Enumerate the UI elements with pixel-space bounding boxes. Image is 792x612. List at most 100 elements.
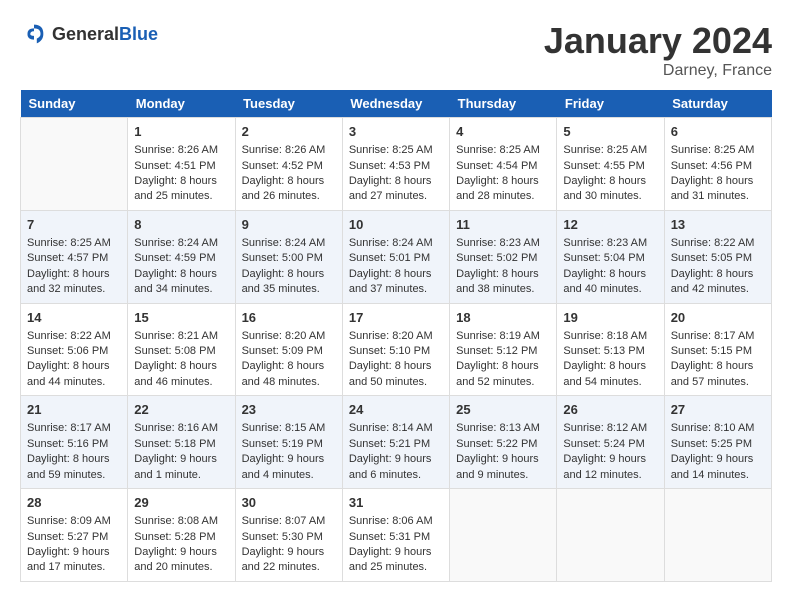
day-number: 28	[27, 494, 121, 512]
day-number: 11	[456, 216, 550, 234]
day-details: Sunrise: 8:22 AMSunset: 5:06 PMDaylight:…	[27, 329, 121, 391]
day-details: Sunrise: 8:07 AMSunset: 5:30 PMDaylight:…	[242, 514, 336, 576]
day-details: Sunrise: 8:17 AMSunset: 5:15 PMDaylight:…	[671, 329, 765, 391]
day-details: Sunrise: 8:25 AMSunset: 4:56 PMDaylight:…	[671, 143, 765, 205]
calendar-day-cell	[21, 118, 128, 211]
day-number: 7	[27, 216, 121, 234]
calendar-day-cell: 18 Sunrise: 8:19 AMSunset: 5:12 PMDayligh…	[450, 303, 557, 396]
calendar-day-cell: 10 Sunrise: 8:24 AMSunset: 5:01 PMDayligh…	[342, 210, 449, 303]
calendar-day-cell: 4 Sunrise: 8:25 AMSunset: 4:54 PMDaylight…	[450, 118, 557, 211]
day-of-week-header: Saturday	[664, 90, 771, 118]
day-number: 17	[349, 309, 443, 327]
day-of-week-header: Monday	[128, 90, 235, 118]
day-number: 25	[456, 401, 550, 419]
calendar-day-cell: 7 Sunrise: 8:25 AMSunset: 4:57 PMDaylight…	[21, 210, 128, 303]
day-details: Sunrise: 8:10 AMSunset: 5:25 PMDaylight:…	[671, 421, 765, 483]
day-of-week-header: Tuesday	[235, 90, 342, 118]
calendar-day-cell: 22Sunrise: 8:16 AMSunset: 5:18 PMDayligh…	[128, 396, 235, 489]
day-details: Sunrise: 8:26 AMSunset: 4:51 PMDaylight:…	[134, 143, 228, 205]
day-details: Sunrise: 8:25 AMSunset: 4:55 PMDaylight:…	[563, 143, 657, 205]
calendar-day-cell: 3Sunrise: 8:25 AMSunset: 4:53 PMDaylight…	[342, 118, 449, 211]
calendar-day-cell: 28 Sunrise: 8:09 AMSunset: 5:27 PMDayligh…	[21, 489, 128, 582]
day-details: Sunrise: 8:18 AMSunset: 5:13 PMDaylight:…	[563, 329, 657, 391]
day-number: 20	[671, 309, 765, 327]
day-number: 1	[134, 123, 228, 141]
day-details: Sunrise: 8:24 AMSunset: 4:59 PMDaylight:…	[134, 236, 228, 298]
calendar-day-cell	[664, 489, 771, 582]
day-details: Sunrise: 8:19 AMSunset: 5:12 PMDaylight:…	[456, 329, 550, 391]
calendar-day-cell: 1 Sunrise: 8:26 AMSunset: 4:51 PMDaylight…	[128, 118, 235, 211]
day-details: Sunrise: 8:17 AMSunset: 5:16 PMDaylight:…	[27, 421, 121, 483]
day-details: Sunrise: 8:06 AMSunset: 5:31 PMDaylight:…	[349, 514, 443, 576]
logo: General Blue	[20, 20, 158, 48]
day-of-week-header: Sunday	[21, 90, 128, 118]
day-details: Sunrise: 8:26 AMSunset: 4:52 PMDaylight:…	[242, 143, 336, 205]
day-number: 22	[134, 401, 228, 419]
calendar-day-cell: 21 Sunrise: 8:17 AMSunset: 5:16 PMDayligh…	[21, 396, 128, 489]
day-number: 24	[349, 401, 443, 419]
calendar-header-row: SundayMondayTuesdayWednesdayThursdayFrid…	[21, 90, 772, 118]
calendar-day-cell: 8 Sunrise: 8:24 AMSunset: 4:59 PMDaylight…	[128, 210, 235, 303]
calendar-day-cell: 5 Sunrise: 8:25 AMSunset: 4:55 PMDaylight…	[557, 118, 664, 211]
day-number: 2	[242, 123, 336, 141]
day-number: 30	[242, 494, 336, 512]
day-details: Sunrise: 8:20 AMSunset: 5:10 PMDaylight:…	[349, 329, 443, 391]
calendar-day-cell	[450, 489, 557, 582]
day-details: Sunrise: 8:25 AMSunset: 4:57 PMDaylight:…	[27, 236, 121, 298]
day-number: 23	[242, 401, 336, 419]
calendar-day-cell: 16Sunrise: 8:20 AMSunset: 5:09 PMDayligh…	[235, 303, 342, 396]
day-details: Sunrise: 8:23 AMSunset: 5:04 PMDaylight:…	[563, 236, 657, 298]
day-number: 27	[671, 401, 765, 419]
day-number: 5	[563, 123, 657, 141]
logo-text: General Blue	[52, 24, 158, 45]
logo-icon	[20, 20, 48, 48]
logo-general: General	[52, 24, 119, 45]
calendar-day-cell: 26 Sunrise: 8:12 AMSunset: 5:24 PMDayligh…	[557, 396, 664, 489]
calendar-day-cell: 25 Sunrise: 8:13 AMSunset: 5:22 PMDayligh…	[450, 396, 557, 489]
day-number: 18	[456, 309, 550, 327]
page-header: General Blue January 2024 Darney, France	[20, 20, 772, 80]
day-of-week-header: Friday	[557, 90, 664, 118]
day-details: Sunrise: 8:25 AMSunset: 4:53 PMDaylight:…	[349, 143, 443, 205]
day-details: Sunrise: 8:15 AMSunset: 5:19 PMDaylight:…	[242, 421, 336, 483]
title-block: January 2024 Darney, France	[544, 20, 772, 80]
day-number: 14	[27, 309, 121, 327]
day-number: 26	[563, 401, 657, 419]
calendar-day-cell: 9Sunrise: 8:24 AMSunset: 5:00 PMDaylight…	[235, 210, 342, 303]
day-details: Sunrise: 8:14 AMSunset: 5:21 PMDaylight:…	[349, 421, 443, 483]
calendar-day-cell: 23 Sunrise: 8:15 AMSunset: 5:19 PMDayligh…	[235, 396, 342, 489]
calendar-week-row: 28 Sunrise: 8:09 AMSunset: 5:27 PMDayligh…	[21, 489, 772, 582]
calendar-day-cell: 13Sunrise: 8:22 AMSunset: 5:05 PMDayligh…	[664, 210, 771, 303]
calendar-day-cell: 11Sunrise: 8:23 AMSunset: 5:02 PMDayligh…	[450, 210, 557, 303]
calendar-day-cell: 31Sunrise: 8:06 AMSunset: 5:31 PMDayligh…	[342, 489, 449, 582]
calendar-day-cell: 27 Sunrise: 8:10 AMSunset: 5:25 PMDayligh…	[664, 396, 771, 489]
calendar-week-row: 1 Sunrise: 8:26 AMSunset: 4:51 PMDaylight…	[21, 118, 772, 211]
day-details: Sunrise: 8:22 AMSunset: 5:05 PMDaylight:…	[671, 236, 765, 298]
calendar-week-row: 7 Sunrise: 8:25 AMSunset: 4:57 PMDaylight…	[21, 210, 772, 303]
day-details: Sunrise: 8:25 AMSunset: 4:54 PMDaylight:…	[456, 143, 550, 205]
day-details: Sunrise: 8:09 AMSunset: 5:27 PMDaylight:…	[27, 514, 121, 576]
day-of-week-header: Thursday	[450, 90, 557, 118]
day-number: 6	[671, 123, 765, 141]
day-number: 16	[242, 309, 336, 327]
calendar-day-cell: 15Sunrise: 8:21 AMSunset: 5:08 PMDayligh…	[128, 303, 235, 396]
day-number: 10	[349, 216, 443, 234]
calendar-day-cell: 6 Sunrise: 8:25 AMSunset: 4:56 PMDaylight…	[664, 118, 771, 211]
day-details: Sunrise: 8:24 AMSunset: 5:00 PMDaylight:…	[242, 236, 336, 298]
calendar-day-cell: 2 Sunrise: 8:26 AMSunset: 4:52 PMDaylight…	[235, 118, 342, 211]
day-number: 8	[134, 216, 228, 234]
calendar-week-row: 21 Sunrise: 8:17 AMSunset: 5:16 PMDayligh…	[21, 396, 772, 489]
day-number: 15	[134, 309, 228, 327]
calendar-week-row: 14 Sunrise: 8:22 AMSunset: 5:06 PMDayligh…	[21, 303, 772, 396]
location: Darney, France	[544, 62, 772, 80]
day-number: 4	[456, 123, 550, 141]
day-number: 29	[134, 494, 228, 512]
day-details: Sunrise: 8:13 AMSunset: 5:22 PMDaylight:…	[456, 421, 550, 483]
day-number: 21	[27, 401, 121, 419]
calendar-day-cell: 12Sunrise: 8:23 AMSunset: 5:04 PMDayligh…	[557, 210, 664, 303]
calendar-day-cell: 24 Sunrise: 8:14 AMSunset: 5:21 PMDayligh…	[342, 396, 449, 489]
calendar-day-cell: 20 Sunrise: 8:17 AMSunset: 5:15 PMDayligh…	[664, 303, 771, 396]
day-of-week-header: Wednesday	[342, 90, 449, 118]
day-details: Sunrise: 8:24 AMSunset: 5:01 PMDaylight:…	[349, 236, 443, 298]
day-details: Sunrise: 8:12 AMSunset: 5:24 PMDaylight:…	[563, 421, 657, 483]
